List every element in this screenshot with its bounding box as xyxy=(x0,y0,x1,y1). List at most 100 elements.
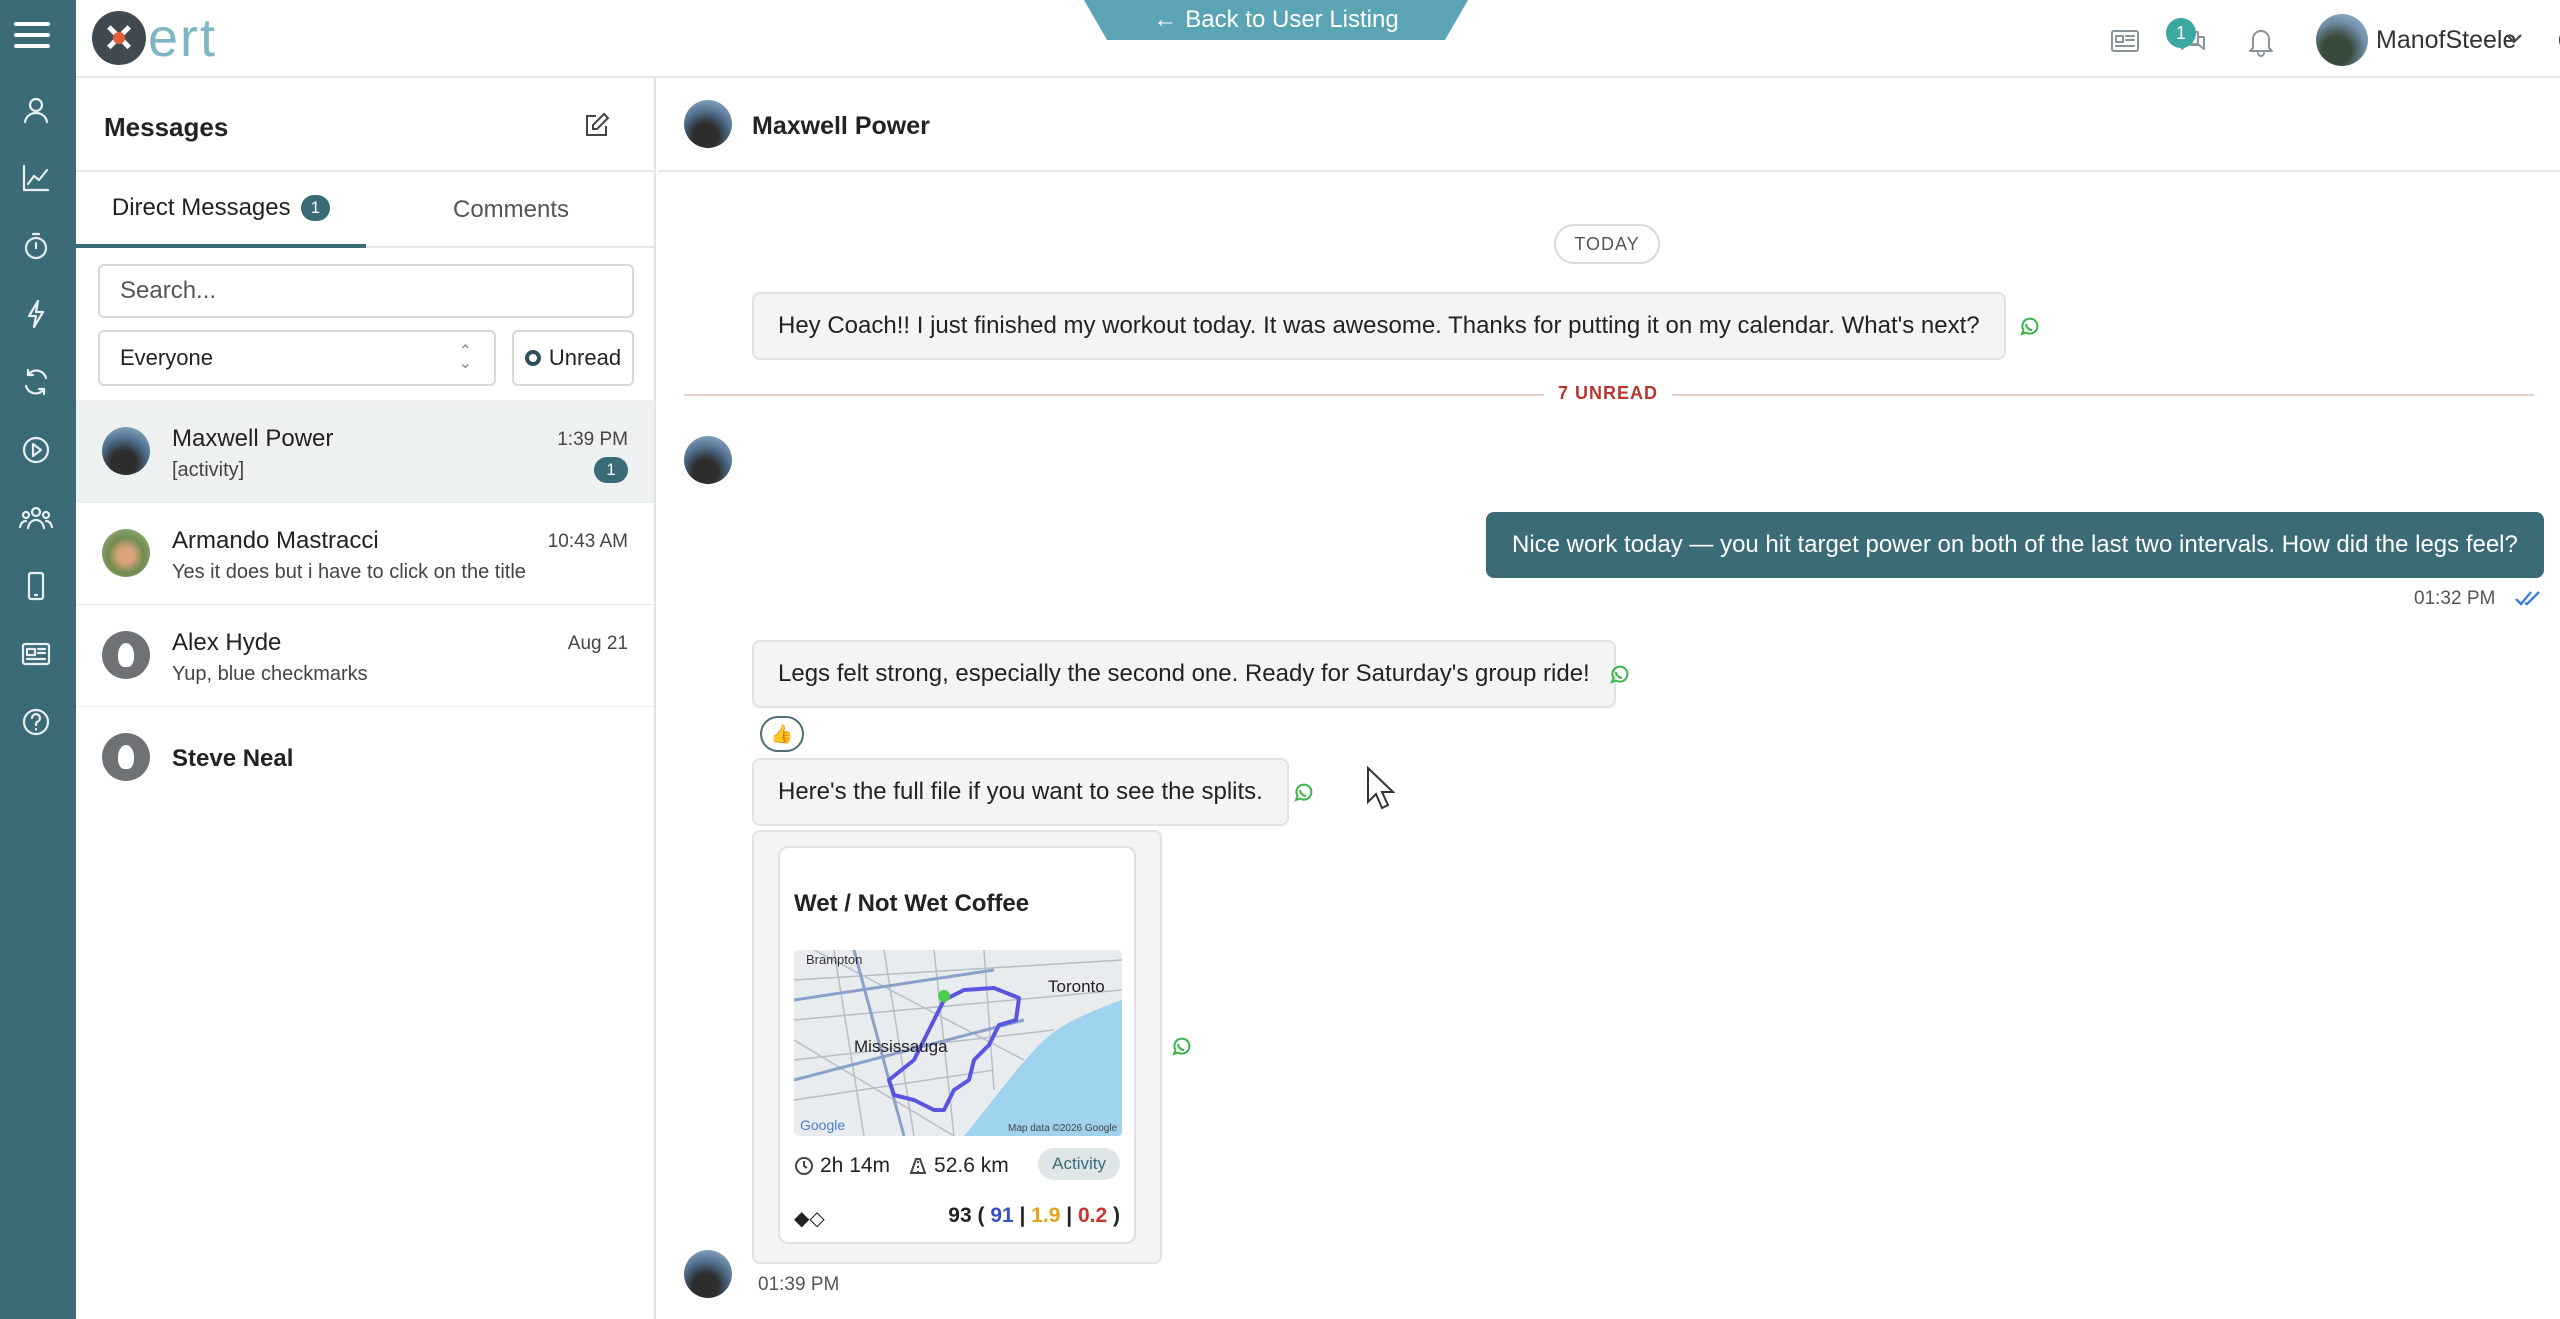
conversation-name: Maxwell Power xyxy=(172,425,334,452)
chart-icon[interactable] xyxy=(18,160,54,196)
whatsapp-icon xyxy=(1170,1036,1192,1058)
conversation-item[interactable]: Armando Mastracci Yes it does but i have… xyxy=(76,502,654,604)
conversation-name: Armando Mastracci xyxy=(172,527,379,554)
bell-icon[interactable] xyxy=(2244,24,2278,58)
message-time: 01:39 PM xyxy=(758,1274,840,1295)
newspaper-icon[interactable] xyxy=(18,636,54,672)
contact-avatar[interactable] xyxy=(684,100,732,148)
conversation-time: 1:39 PM xyxy=(557,429,628,450)
whatsapp-icon xyxy=(2018,316,2040,338)
tab-comments[interactable]: Comments xyxy=(366,172,656,248)
unread-count-badge: 1 xyxy=(594,457,628,483)
message-time: 01:32 PM xyxy=(2414,588,2496,609)
conversation-preview: Yes it does but i have to click on the t… xyxy=(172,561,526,583)
logo-mark-icon: ✕ xyxy=(92,11,146,65)
map-label-toronto: Toronto xyxy=(1048,977,1105,996)
message-text: Legs felt strong, especially the second … xyxy=(778,660,1590,687)
route-map[interactable]: Brampton Toronto Mississauga Google Map … xyxy=(794,950,1122,1136)
help-icon[interactable] xyxy=(18,704,54,740)
user-avatar[interactable] xyxy=(2316,14,2368,66)
score-low: 91 xyxy=(990,1204,1014,1227)
tab-comments-label: Comments xyxy=(452,196,570,223)
sender-avatar xyxy=(684,436,732,484)
arrow-left-icon: ← xyxy=(1153,6,1178,33)
news-icon[interactable] xyxy=(2108,24,2142,58)
unread-divider-label: 7 UNREAD xyxy=(1544,383,1673,404)
audience-filter-value: Everyone xyxy=(120,345,213,370)
activity-score: 93 ( 91 | 1.9 | 0.2 ) xyxy=(948,1204,1120,1227)
left-nav-rail xyxy=(0,0,76,1319)
mouse-cursor-icon xyxy=(1364,765,1398,812)
map-label-mississauga: Mississauga xyxy=(854,1037,948,1056)
messages-panel: Messages Direct Messages 1 Comments Ever… xyxy=(76,78,656,1319)
message-bubble: Legs felt strong, especially the second … xyxy=(752,640,1616,708)
score-peak: 0.2 xyxy=(1077,1204,1108,1227)
mobile-icon[interactable] xyxy=(18,568,54,604)
sender-avatar xyxy=(684,1250,732,1298)
score-high: 1.9 xyxy=(1031,1204,1061,1227)
thumbs-up-icon: 👍 xyxy=(770,723,794,744)
my-message-bubble: Nice work today — you hit target power o… xyxy=(1486,512,2544,578)
conversation-list: Maxwell Power [activity] 1:39 PM 1 Arman… xyxy=(76,400,654,808)
activity-duration: 2h 14m xyxy=(820,1154,891,1177)
activity-card[interactable]: Wet / Not Wet Coffee Brampton Toronto Mi… xyxy=(778,846,1136,1244)
message-tabs: Direct Messages 1 Comments xyxy=(76,172,654,248)
avatar xyxy=(102,529,150,577)
unread-filter-toggle[interactable]: Unread xyxy=(512,330,634,386)
compose-icon[interactable] xyxy=(582,110,612,140)
logo-text: ert xyxy=(148,8,218,68)
back-button-label: Back to User Listing xyxy=(1185,6,1399,33)
lightning-icon[interactable] xyxy=(18,296,54,332)
activity-type-badge: Activity xyxy=(1038,1148,1120,1180)
top-bar: ✕ ert ← Back to User Listing 1 ManofStee… xyxy=(76,0,2560,78)
chat-area: Maxwell Power TODAY Hey Coach!! I just f… xyxy=(658,78,2560,1319)
conversation-item[interactable]: Alex Hyde Yup, blue checkmarks Aug 21 xyxy=(76,604,654,706)
activity-message-bubble: Wet / Not Wet Coffee Brampton Toronto Mi… xyxy=(752,830,1162,1264)
search-input[interactable] xyxy=(98,264,634,318)
avatar xyxy=(102,631,150,679)
select-arrows-icon: ⌃ ⌄ xyxy=(458,343,472,372)
activity-title[interactable]: Wet / Not Wet Coffee xyxy=(794,890,1029,918)
conversation-item[interactable]: Maxwell Power [activity] 1:39 PM 1 xyxy=(76,400,654,502)
activity-distance: 52.6 km xyxy=(934,1154,1009,1177)
whatsapp-icon xyxy=(1292,782,1314,804)
radio-icon xyxy=(524,350,541,366)
date-divider: TODAY xyxy=(1554,224,1660,264)
xert-logo[interactable]: ✕ ert xyxy=(92,8,217,68)
focus-diamond-icon: ◆◇ xyxy=(794,1208,825,1230)
conversation-name: Steve Neal xyxy=(172,745,294,772)
message-text: Nice work today — you hit target power o… xyxy=(1512,531,2518,558)
avatar xyxy=(102,733,150,781)
direct-messages-count-badge: 1 xyxy=(300,195,331,221)
message-text: Hey Coach!! I just finished my workout t… xyxy=(778,312,1980,339)
reaction-chip[interactable]: 👍 xyxy=(760,716,804,752)
conversation-item[interactable]: Steve Neal xyxy=(76,706,654,808)
contact-name[interactable]: Maxwell Power xyxy=(752,112,930,141)
clock-icon xyxy=(795,1157,813,1175)
menu-icon[interactable] xyxy=(14,22,50,52)
tab-direct-messages[interactable]: Direct Messages 1 xyxy=(76,172,366,248)
message-bubble: Hey Coach!! I just finished my workout t… xyxy=(752,292,2006,360)
whatsapp-icon xyxy=(1608,664,1630,686)
play-icon[interactable] xyxy=(18,432,54,468)
chevron-down-icon[interactable] xyxy=(2502,26,2526,50)
team-icon[interactable] xyxy=(18,500,54,536)
conversation-name: Alex Hyde xyxy=(172,629,282,656)
unread-filter-label: Unread xyxy=(548,345,622,370)
chat-header: Maxwell Power xyxy=(658,78,2560,172)
map-label-google: Google xyxy=(800,1117,845,1133)
avatar xyxy=(102,427,150,475)
audience-filter-select[interactable]: Everyone ⌃ ⌄ xyxy=(98,330,496,386)
profile-icon[interactable] xyxy=(18,92,54,128)
conversation-time: 10:43 AM xyxy=(547,531,628,552)
message-bubble: Here's the full file if you want to see … xyxy=(752,758,1289,826)
tab-direct-messages-label: Direct Messages xyxy=(111,194,291,221)
back-to-user-listing-button[interactable]: ← Back to User Listing xyxy=(1084,0,1468,40)
stopwatch-icon[interactable] xyxy=(18,228,54,264)
map-credit: Map data ©2026 Google xyxy=(1008,1123,1118,1134)
messages-header: Messages xyxy=(76,78,654,172)
username-label[interactable]: ManofSteele xyxy=(2376,26,2516,55)
sync-icon[interactable] xyxy=(18,364,54,400)
conversation-time: Aug 21 xyxy=(567,633,628,654)
map-label-brampton: Brampton xyxy=(806,952,862,967)
